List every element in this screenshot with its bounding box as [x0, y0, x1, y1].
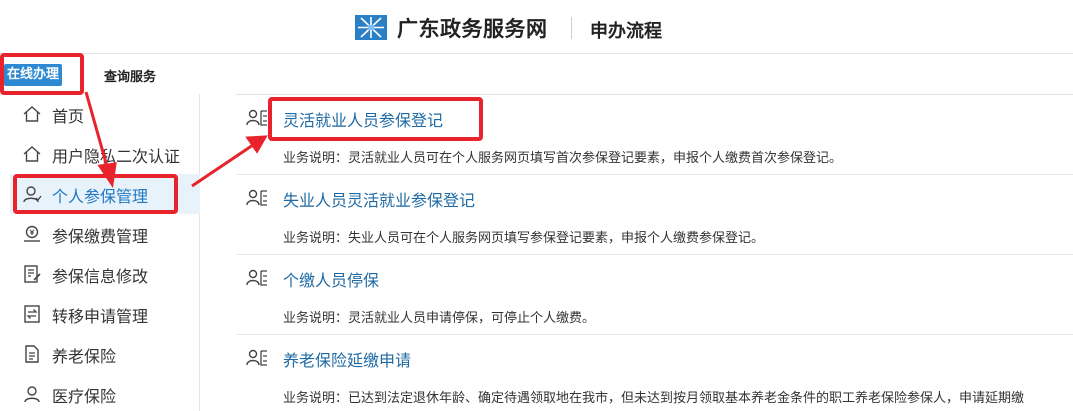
person-card-icon: [246, 269, 267, 286]
document-icon: [25, 345, 39, 363]
sidebar-item-label: 养老保险: [52, 347, 117, 366]
home-icon: [23, 106, 41, 122]
payment-icon: [24, 225, 40, 242]
page: 广东政务服务网 申办流程 在线办理 查询服务 首页 用户隐私二次认证 个人参保管…: [0, 0, 1073, 411]
tab-online[interactable]: 在线办理: [4, 64, 63, 86]
sidebar-item-pension[interactable]: 养老保险: [10, 334, 200, 374]
sidebar-item-privacy-auth[interactable]: 用户隐私二次认证: [10, 134, 200, 174]
service-description: 业务说明：灵活就业人员申请停保，可停止个人缴费。: [283, 311, 596, 326]
person-card-icon: [246, 349, 267, 366]
site-title[interactable]: 广东政务服务网: [397, 13, 548, 43]
service-list: 灵活就业人员参保登记 业务说明：灵活就业人员可在个人服务网页填写首次参保登记要素…: [236, 94, 1073, 411]
sidebar-item-payment[interactable]: 参保缴费管理: [10, 214, 200, 254]
sidebar-item-label: 用户隐私二次认证: [52, 147, 181, 166]
sidebar-item-label: 个人参保管理: [52, 187, 149, 206]
header-divider: [571, 17, 572, 39]
sidebar-item-label: 参保信息修改: [52, 267, 149, 286]
service-item: 个缴人员停保 业务说明：灵活就业人员申请停保，可停止个人缴费。: [236, 255, 1073, 335]
sidebar-item-personal-insurance[interactable]: 个人参保管理: [10, 174, 200, 214]
service-item: 灵活就业人员参保登记 业务说明：灵活就业人员可在个人服务网页填写首次参保登记要素…: [236, 95, 1073, 175]
edit-document-icon: [24, 265, 41, 283]
sidebar-item-home[interactable]: 首页: [10, 94, 200, 134]
service-title[interactable]: 灵活就业人员参保登记: [283, 107, 443, 131]
service-description: 业务说明：灵活就业人员可在个人服务网页填写首次参保登记要素，申报个人缴费首次参保…: [283, 151, 843, 166]
service-description: 业务说明：失业人员可在个人服务网页填写参保登记要素，申报个人缴费参保登记。: [283, 231, 765, 246]
tab-query[interactable]: 查询服务: [104, 66, 156, 85]
transfer-icon: [24, 305, 40, 323]
service-item: 养老保险延缴申请 业务说明：已达到法定退休年龄、确定待遇领取地在我市，但未达到按…: [236, 335, 1073, 411]
person-icon: [24, 386, 40, 403]
sidebar-item-label: 转移申请管理: [52, 307, 149, 326]
person-card-icon: [246, 109, 267, 126]
header-subtitle: 申办流程: [590, 21, 662, 42]
home-icon: [23, 146, 41, 162]
sidebar-item-medical[interactable]: 医疗保险: [10, 374, 200, 411]
sidebar-item-label: 首页: [52, 107, 85, 126]
logo-icon: [355, 15, 387, 40]
sidebar-item-info-edit[interactable]: 参保信息修改: [10, 254, 200, 294]
sidebar-item-label: 参保缴费管理: [52, 227, 149, 246]
sidebar-item-label: 医疗保险: [52, 387, 117, 406]
service-title[interactable]: 失业人员灵活就业参保登记: [283, 187, 475, 211]
service-description: 业务说明：已达到法定退休年龄、确定待遇领取地在我市，但未达到按月领取基本养老金条…: [283, 391, 1025, 406]
site-header: 广东政务服务网 申办流程: [0, 0, 1073, 54]
service-item: 失业人员灵活就业参保登记 业务说明：失业人员可在个人服务网页填写参保登记要素，申…: [236, 175, 1073, 255]
sidebar: 首页 用户隐私二次认证 个人参保管理 参保缴费管理 参保信息修改 转移申请管理 …: [10, 94, 200, 411]
service-title[interactable]: 养老保险延缴申请: [283, 347, 411, 371]
service-title[interactable]: 个缴人员停保: [283, 267, 379, 291]
top-tabs: 在线办理 查询服务: [0, 54, 1073, 94]
sidebar-item-transfer[interactable]: 转移申请管理: [10, 294, 200, 334]
person-card-icon: [246, 189, 267, 206]
person-icon: [23, 186, 42, 203]
